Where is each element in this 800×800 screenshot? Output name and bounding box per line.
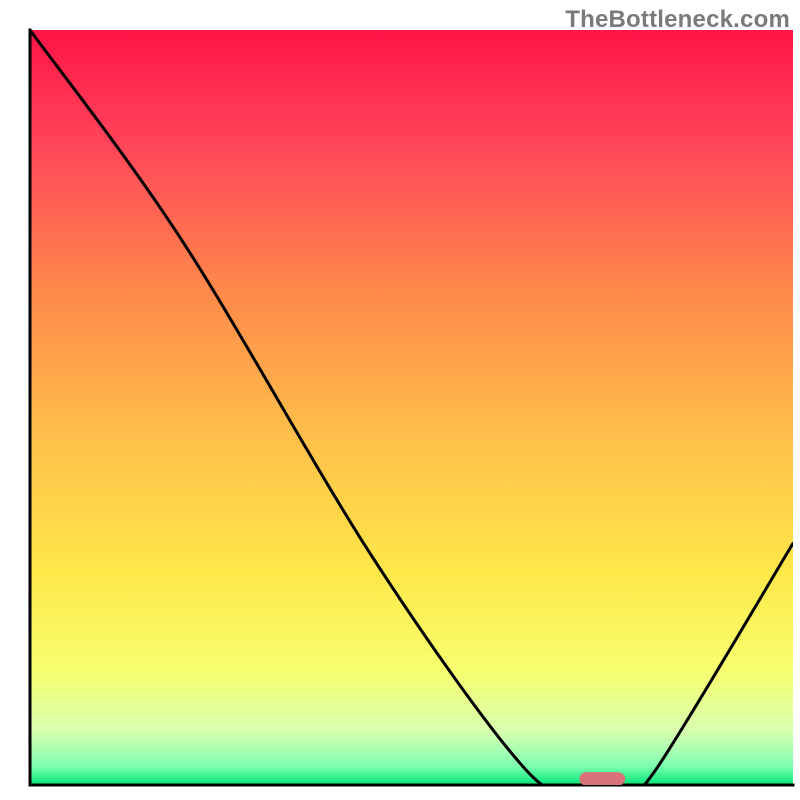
optimal-point-marker [579,772,625,786]
chart-background-gradient [30,30,793,785]
watermark-label: TheBottleneck.com [565,6,790,34]
bottleneck-chart: TheBottleneck.com [0,0,800,800]
chart-plot [0,0,800,800]
